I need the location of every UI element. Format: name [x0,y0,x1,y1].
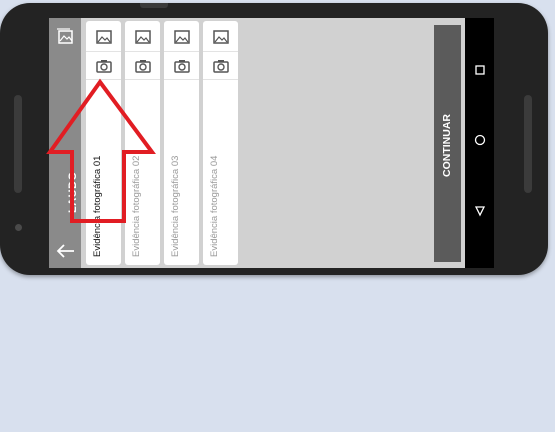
annotation-arrow-icon [46,78,156,223]
